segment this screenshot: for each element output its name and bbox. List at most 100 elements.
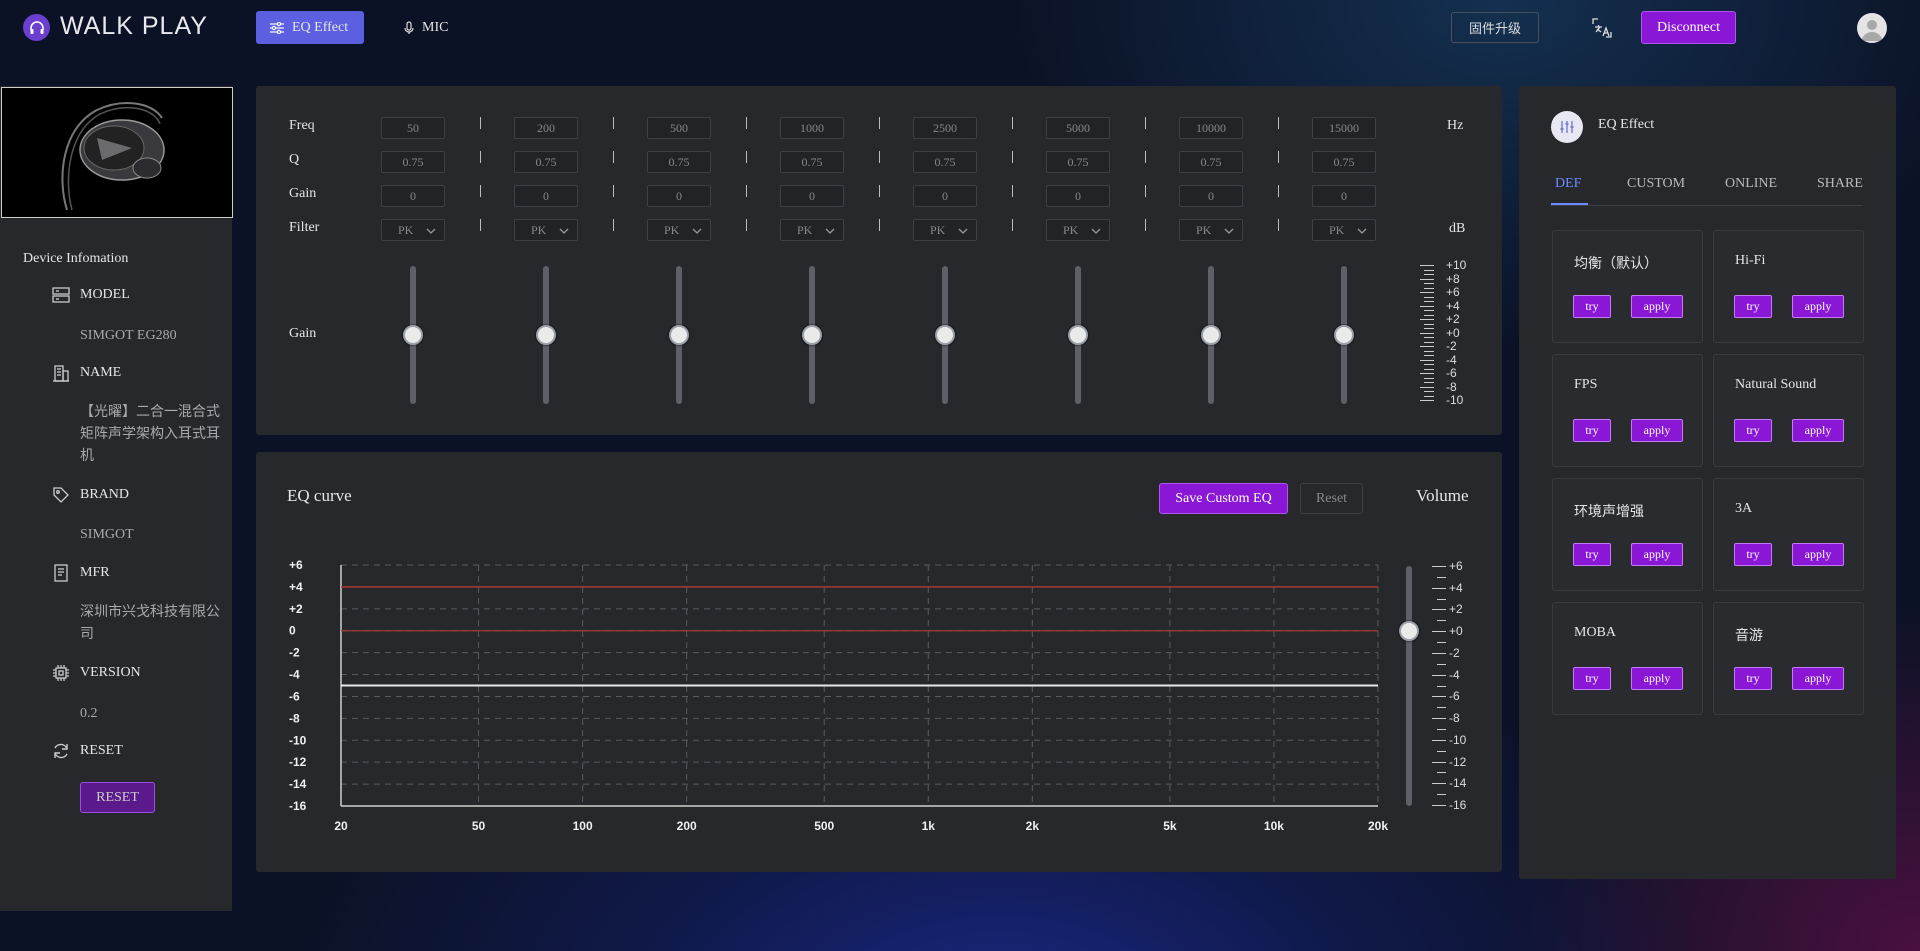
volume-scale-tick [1432, 739, 1446, 741]
filter-select-6[interactable]: PK [1179, 219, 1243, 241]
preset-apply-button[interactable]: apply [1792, 295, 1844, 318]
preset-name: 环境声增强 [1574, 505, 1644, 520]
preset-apply-button[interactable]: apply [1631, 419, 1683, 442]
preset-tab-custom[interactable]: CUSTOM [1627, 176, 1685, 192]
freq-input-6[interactable]: 10000 [1179, 117, 1243, 139]
firmware-upgrade-button[interactable]: 固件升级 [1451, 12, 1539, 43]
freq-input-3[interactable]: 1000 [780, 117, 844, 139]
gain-input-2[interactable]: 0 [647, 185, 711, 207]
volume-slider-track[interactable] [1406, 566, 1412, 806]
filter-select-3[interactable]: PK [780, 219, 844, 241]
eq-curve-chart: +6 +4 +2 0 -2 -4 -6 -8 -10 -12 -14 -16 20 50 100 200 500… [289, 558, 1388, 833]
preset-try-button[interactable]: try [1573, 419, 1611, 442]
preset-apply-button[interactable]: apply [1792, 667, 1844, 690]
y-tick-label: 0 [289, 624, 296, 638]
preset-try-button[interactable]: try [1573, 543, 1611, 566]
column-separator [480, 219, 481, 231]
q-input-5[interactable]: 0.75 [1046, 151, 1110, 173]
q-input-7[interactable]: 0.75 [1312, 151, 1376, 173]
q-input-0[interactable]: 0.75 [381, 151, 445, 173]
volume-scale-tick [1432, 609, 1446, 611]
filter-select-4[interactable]: PK [913, 219, 977, 241]
chevron-down-icon [1224, 228, 1234, 234]
preset-apply-button[interactable]: apply [1631, 667, 1683, 690]
freq-input-0[interactable]: 50 [381, 117, 445, 139]
avatar[interactable] [1857, 13, 1887, 43]
document-icon [54, 564, 68, 582]
q-input-2[interactable]: 0.75 [647, 151, 711, 173]
filter-select-0[interactable]: PK [381, 219, 445, 241]
freq-input-5[interactable]: 5000 [1046, 117, 1110, 139]
y-tick-label: -16 [289, 799, 307, 813]
volume-scale-tick [1432, 566, 1446, 567]
eq-effect-icon [1551, 111, 1583, 143]
gain-slider-knob-6[interactable] [1201, 325, 1221, 345]
x-tick-label: 100 [573, 819, 593, 833]
x-tick-label: 50 [472, 819, 486, 833]
brand-label-row: BRAND [52, 486, 129, 504]
preset-card: 3A try apply [1713, 478, 1864, 591]
gain-input-7[interactable]: 0 [1312, 185, 1376, 207]
preset-tab-def[interactable]: DEF [1555, 176, 1581, 192]
filter-select-5[interactable]: PK [1046, 219, 1110, 241]
freq-input-1[interactable]: 200 [514, 117, 578, 139]
freq-input-7[interactable]: 15000 [1312, 117, 1376, 139]
gain-input-4[interactable]: 0 [913, 185, 977, 207]
preset-try-button[interactable]: try [1573, 667, 1611, 690]
column-separator [879, 185, 880, 197]
disconnect-button[interactable]: Disconnect [1641, 11, 1736, 44]
mfr-label-row: MFR [52, 564, 110, 582]
gain-input-5[interactable]: 0 [1046, 185, 1110, 207]
device-reset-button[interactable]: RESET [80, 782, 155, 813]
gain-slider-knob-4[interactable] [935, 325, 955, 345]
preset-apply-button[interactable]: apply [1631, 543, 1683, 566]
version-label-row: VERSION [52, 664, 141, 682]
freq-input-2[interactable]: 500 [647, 117, 711, 139]
preset-try-button[interactable]: try [1734, 667, 1772, 690]
gain-slider-knob-7[interactable] [1334, 325, 1354, 345]
q-input-1[interactable]: 0.75 [514, 151, 578, 173]
gain-slider-knob-0[interactable] [403, 325, 423, 345]
tab-mic[interactable]: MIC [390, 11, 462, 44]
q-input-4[interactable]: 0.75 [913, 151, 977, 173]
gain-input-0[interactable]: 0 [381, 185, 445, 207]
column-separator [879, 151, 880, 163]
preset-tab-share[interactable]: SHARE [1817, 176, 1863, 192]
preset-try-button[interactable]: try [1734, 295, 1772, 318]
gain-input-1[interactable]: 0 [514, 185, 578, 207]
brand-label: BRAND [80, 487, 130, 502]
preset-try-button[interactable]: try [1734, 419, 1772, 442]
model-label-row: MODEL [52, 286, 130, 304]
translate-icon[interactable] [1592, 18, 1612, 38]
filter-select-1[interactable]: PK [514, 219, 578, 241]
volume-scale-tick [1432, 631, 1446, 633]
preset-apply-button[interactable]: apply [1792, 419, 1844, 442]
tab-eq-effect[interactable]: EQ Effect [256, 11, 364, 44]
gain-scale-tick [1420, 373, 1434, 374]
preset-tab-online[interactable]: ONLINE [1725, 176, 1777, 192]
y-tick-label: -10 [289, 733, 307, 747]
gain-slider-knob-5[interactable] [1068, 325, 1088, 345]
freq-input-4[interactable]: 2500 [913, 117, 977, 139]
gain-slider-knob-3[interactable] [802, 325, 822, 345]
gain-input-6[interactable]: 0 [1179, 185, 1243, 207]
column-separator [1145, 151, 1146, 163]
filter-select-value: PK [1063, 222, 1079, 237]
q-input-3[interactable]: 0.75 [780, 151, 844, 173]
q-input-6[interactable]: 0.75 [1179, 151, 1243, 173]
gain-slider-knob-1[interactable] [536, 325, 556, 345]
column-separator [613, 185, 614, 197]
filter-select-2[interactable]: PK [647, 219, 711, 241]
preset-apply-button[interactable]: apply [1792, 543, 1844, 566]
preset-try-button[interactable]: try [1734, 543, 1772, 566]
preset-apply-button[interactable]: apply [1631, 295, 1683, 318]
building-icon [53, 365, 69, 382]
gain-slider-knob-2[interactable] [669, 325, 689, 345]
preset-try-button[interactable]: try [1573, 295, 1611, 318]
gain-scale-tick [1424, 283, 1434, 284]
headphones-logo-icon [23, 14, 50, 41]
gain-scale-tick [1424, 368, 1434, 370]
column-separator [1145, 185, 1146, 197]
filter-select-7[interactable]: PK [1312, 219, 1376, 241]
gain-input-3[interactable]: 0 [780, 185, 844, 207]
